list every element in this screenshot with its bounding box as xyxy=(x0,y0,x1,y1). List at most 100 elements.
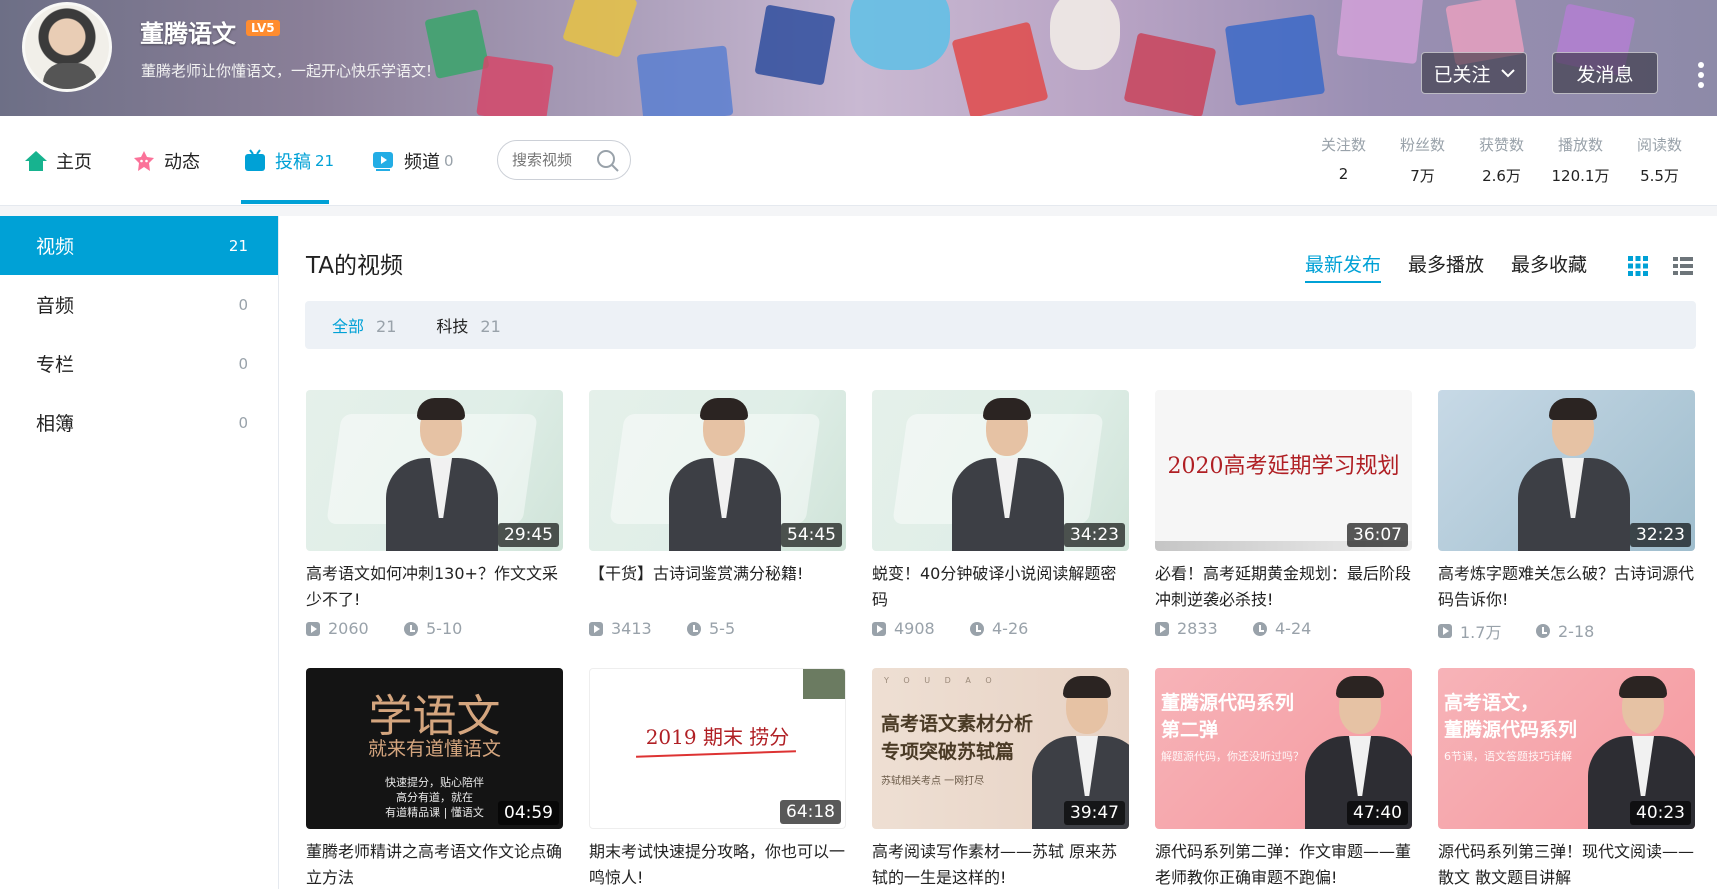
video-card[interactable]: 32:23 高考炼字题难关怎么破？古诗词源代码告诉你! 1.7万 2-18 xyxy=(1438,390,1695,643)
stat-value: 5.5万 xyxy=(1640,167,1679,185)
search-box[interactable] xyxy=(497,140,631,180)
video-duration: 54:45 xyxy=(781,523,842,547)
avatar[interactable] xyxy=(22,2,112,92)
publish-date: 5-10 xyxy=(426,619,463,638)
video-card[interactable]: 董腾源代码系列 第二弹 解题源代码，你还没听过吗？ 47:40 源代码系列第二弹… xyxy=(1155,668,1412,889)
sort-latest[interactable]: 最新发布 xyxy=(1305,250,1382,283)
stat-value: 7万 xyxy=(1410,167,1435,185)
sort-most-favorited[interactable]: 最多收藏 xyxy=(1511,250,1587,277)
video-card[interactable]: Y O U D A O 高考语文素材分析 专项突破苏轼篇 苏轼相关考点 一网打尽… xyxy=(872,668,1129,889)
video-title[interactable]: 蜕变！40分钟破译小说阅读解题密码 xyxy=(872,561,1129,613)
tab-channels-count: 0 xyxy=(444,152,454,170)
stat-fans[interactable]: 粉丝数 7万 xyxy=(1383,134,1462,186)
sort-most-played[interactable]: 最多播放 xyxy=(1408,250,1484,277)
video-title[interactable]: 期末考试快速提分攻略，你也可以一鸣惊人! xyxy=(589,839,846,889)
stat-plays: 播放数 120.1万 xyxy=(1541,134,1620,186)
thumbnail-line: 董腾源代码系列 xyxy=(1444,719,1578,741)
profile-banner: 董腾语文 LV5 董腾老师让你懂语文，一起开心快乐学语文! 已关注 发消息 xyxy=(0,0,1717,116)
section-title: TA的视频 xyxy=(306,253,403,279)
tab-dynamic[interactable]: 动态 xyxy=(132,116,200,206)
play-count-icon xyxy=(306,621,320,636)
thumbnail-text: Y O U D A O xyxy=(884,676,998,685)
video-duration: 47:40 xyxy=(1347,801,1408,825)
thumbnail-text: 6节课，语文答题技巧详解 xyxy=(1444,750,1572,763)
video-thumbnail[interactable]: 学语文 就来有道懂语文 快速提分，贴心陪伴 高分有道，就在 有道精品课 | 懂语… xyxy=(306,668,563,829)
video-thumbnail[interactable]: 29:45 xyxy=(306,390,563,551)
dynamic-icon xyxy=(134,151,154,171)
video-card[interactable]: 2020高考延期学习规划 36:07 必看！高考延期黄金规划：最后阶段冲刺逆袭必… xyxy=(1155,390,1412,638)
video-thumbnail[interactable]: 34:23 xyxy=(872,390,1129,551)
stat-label: 粉丝数 xyxy=(1399,136,1445,154)
video-thumbnail[interactable]: 54:45 xyxy=(589,390,846,551)
publish-date: 4-26 xyxy=(992,619,1029,638)
sidebar-item-album[interactable]: 相簿 0 xyxy=(0,393,278,452)
video-title[interactable]: 源代码系列第二弹：作文审题——董老师教你正确审题不跑偏! xyxy=(1155,839,1412,889)
sidebar-item-audio[interactable]: 音频 0 xyxy=(0,275,278,334)
video-meta: 1.7万 2-18 xyxy=(1438,619,1695,643)
video-thumbnail[interactable]: 高考语文， 董腾源代码系列 6节课，语文答题技巧详解 40:23 xyxy=(1438,668,1695,829)
publish-date: 5-5 xyxy=(709,619,736,638)
level-badge: LV5 xyxy=(246,20,280,36)
play-count-icon xyxy=(872,621,886,636)
publish-date: 2-18 xyxy=(1558,621,1595,641)
search-input[interactable] xyxy=(512,151,602,169)
sidebar-item-column[interactable]: 专栏 0 xyxy=(0,334,278,393)
video-meta: 2833 4-24 xyxy=(1155,619,1412,638)
user-name[interactable]: 董腾语文 xyxy=(140,14,236,49)
clock-icon xyxy=(970,621,984,636)
profile-nav: 主页 动态 投稿 21 频道 0 关注数 2 粉丝数 7万 获赞数 2.6万 播放数 1… xyxy=(0,116,1717,206)
video-title[interactable]: 必看！高考延期黄金规划：最后阶段冲刺逆袭必杀技! xyxy=(1155,561,1412,613)
tab-videos[interactable]: 投稿 21 xyxy=(243,116,334,206)
thumbnail-text: 解题源代码，你还没听过吗？ xyxy=(1161,750,1304,763)
video-title[interactable]: 高考语文如何冲刺130+？作文文采少不了! xyxy=(306,561,563,613)
video-list-panel: TA的视频 最新发布 最多播放 最多收藏 全部 21 科技 21 29:45 高考语… xyxy=(279,216,1717,889)
video-thumbnail[interactable]: Y O U D A O 高考语文素材分析 专项突破苏轼篇 苏轼相关考点 一网打尽… xyxy=(872,668,1129,829)
thumbnail-text: 就来有道懂语文 xyxy=(367,738,501,760)
stat-value: 2 xyxy=(1338,165,1349,183)
video-duration: 40:23 xyxy=(1630,801,1691,825)
video-card[interactable]: 54:45 【干货】古诗词鉴赏满分秘籍! 3413 5-5 xyxy=(589,390,846,638)
thumbnail-line: 董腾源代码系列 xyxy=(1161,692,1295,714)
video-title[interactable]: 【干货】古诗词鉴赏满分秘籍! xyxy=(589,561,846,613)
stat-label: 获赞数 xyxy=(1478,136,1524,154)
video-title[interactable]: 董腾老师精讲之高考语文作文论点确立方法 xyxy=(306,839,563,889)
sidebar-item-video[interactable]: 视频 21 xyxy=(0,216,278,275)
publish-date: 4-24 xyxy=(1275,619,1312,638)
video-title[interactable]: 高考炼字题难关怎么破？古诗词源代码告诉你! xyxy=(1438,561,1695,613)
video-duration: 36:07 xyxy=(1347,523,1408,547)
filter-all[interactable]: 全部 21 xyxy=(332,313,396,337)
filter-tech[interactable]: 科技 21 xyxy=(436,313,500,337)
clock-icon xyxy=(1253,621,1267,636)
video-thumbnail[interactable]: 2020高考延期学习规划 36:07 xyxy=(1155,390,1412,551)
video-card[interactable]: 2019 期末 捞分 64:18 期末考试快速提分攻略，你也可以一鸣惊人! xyxy=(589,668,846,889)
stat-following[interactable]: 关注数 2 xyxy=(1304,134,1383,186)
filter-label: 全部 xyxy=(332,317,365,336)
video-thumbnail[interactable]: 2019 期末 捞分 64:18 xyxy=(589,668,846,829)
tab-channels[interactable]: 频道 0 xyxy=(372,116,454,206)
stat-label: 播放数 xyxy=(1557,136,1603,154)
video-title[interactable]: 高考阅读写作素材——苏轼 原来苏轼的一生是这样的! xyxy=(872,839,1129,889)
video-title[interactable]: 源代码系列第三弹！现代文阅读——散文 散文题目讲解 xyxy=(1438,839,1695,889)
follow-button[interactable]: 已关注 xyxy=(1421,52,1527,94)
video-thumbnail[interactable]: 董腾源代码系列 第二弹 解题源代码，你还没听过吗？ 47:40 xyxy=(1155,668,1412,829)
list-view-icon[interactable] xyxy=(1671,254,1695,278)
active-tab-indicator xyxy=(241,200,329,204)
grid-view-icon[interactable] xyxy=(1626,254,1650,278)
tab-home-label: 主页 xyxy=(56,152,92,173)
video-card[interactable]: 29:45 高考语文如何冲刺130+？作文文采少不了! 2060 5-10 xyxy=(306,390,563,638)
video-meta: 3413 5-5 xyxy=(589,619,846,638)
thumbnail-text: 董腾源代码系列 第二弹 xyxy=(1161,690,1294,744)
thumbnail-line: 快速提分，贴心陪伴 xyxy=(385,776,484,789)
video-thumbnail[interactable]: 32:23 xyxy=(1438,390,1695,551)
more-icon[interactable] xyxy=(1697,62,1705,88)
video-meta: 2060 5-10 xyxy=(306,619,563,638)
search-icon[interactable] xyxy=(596,149,620,173)
video-card[interactable]: 高考语文， 董腾源代码系列 6节课，语文答题技巧详解 40:23 源代码系列第三… xyxy=(1438,668,1695,889)
filter-label: 科技 xyxy=(436,317,469,336)
video-card[interactable]: 学语文 就来有道懂语文 快速提分，贴心陪伴 高分有道，就在 有道精品课 | 懂语… xyxy=(306,668,563,889)
play-count-icon xyxy=(1438,624,1452,638)
send-message-button[interactable]: 发消息 xyxy=(1552,52,1658,94)
tab-home[interactable]: 主页 xyxy=(24,116,92,206)
video-duration: 64:18 xyxy=(780,800,841,824)
video-card[interactable]: 34:23 蜕变！40分钟破译小说阅读解题密码 4908 4-26 xyxy=(872,390,1129,638)
